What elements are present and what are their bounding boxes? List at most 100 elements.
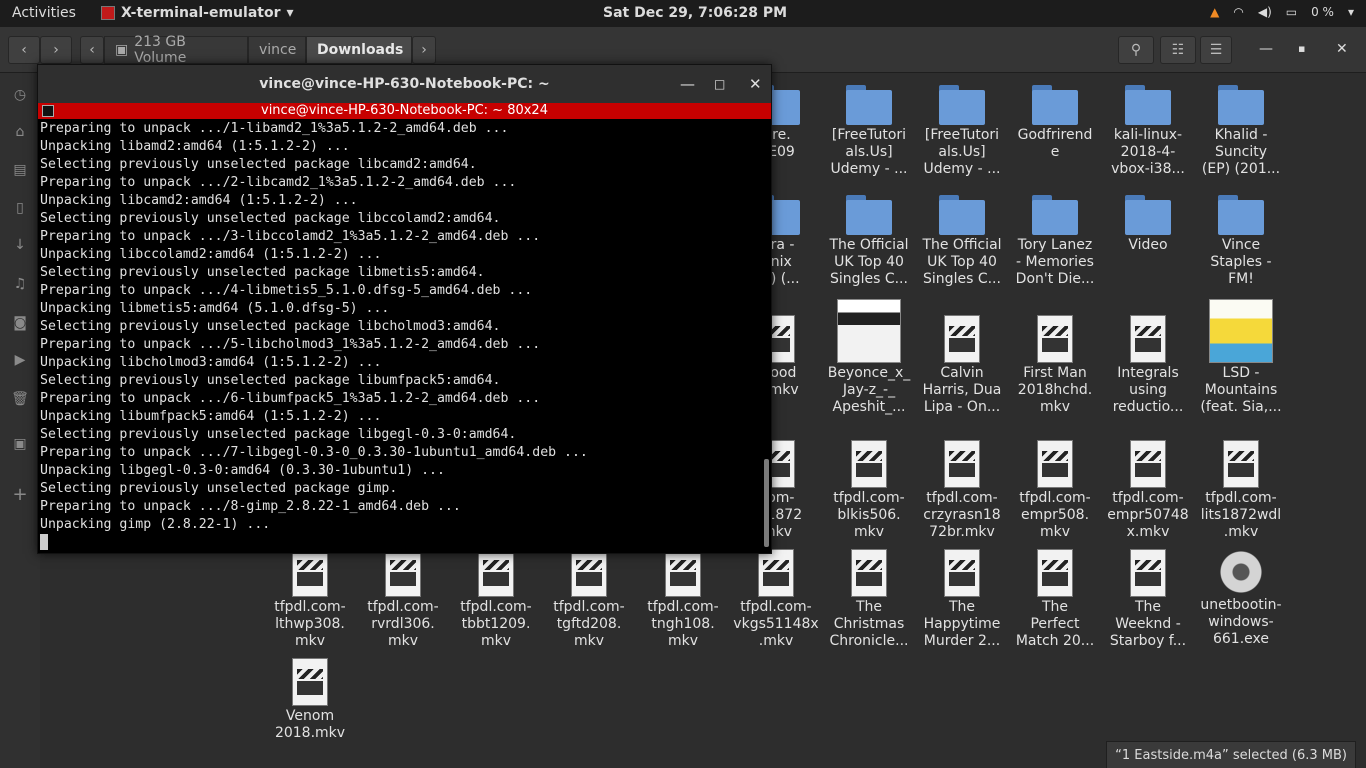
file-label: tfpdl.com- tgftd208. mkv [553,599,625,649]
folder-item[interactable]: Tory Lanez - Memories Don't Die... [1010,195,1100,288]
file-label: tfpdl.com- crzyrasn18 72br.mkv [923,490,1001,540]
breadcrumb-vince[interactable]: vince [248,36,306,64]
recent-icon[interactable]: ◷ [11,87,29,105]
folder-item[interactable]: kali-linux- 2018-4- vbox-i38... [1103,85,1193,178]
file-item[interactable]: tfpdl.com- vkgs51148x .mkv [731,549,821,650]
activities-button[interactable]: Activities [12,5,76,21]
file-item[interactable]: tfpdl.com- empr50748 x.mkv [1103,440,1193,541]
file-item[interactable]: LSD - Mountains (feat. Sia,... [1196,299,1286,416]
album-thumbnail-icon [837,299,901,363]
video-file-icon [758,549,794,597]
minimize-button[interactable]: — [1259,41,1273,57]
file-label: tfpdl.com- lits1872wdl .mkv [1200,490,1282,540]
volume-icon[interactable]: ◀) [1258,5,1272,19]
add-location-icon[interactable]: + [11,484,29,505]
file-label: tfpdl.com- empr508. mkv [1019,490,1091,540]
file-item[interactable]: tfpdl.com- tngh108. mkv [638,549,728,650]
menu-button[interactable]: ☰ [1200,36,1232,64]
terminal-line: Unpacking libcamd2:amd64 (1:5.1.2-2) ... [40,193,358,208]
folder-item[interactable]: [FreeTutori als.Us] Udemy - ... [917,85,1007,178]
file-item[interactable]: tfpdl.com- lthwp308. mkv [265,549,355,650]
file-item[interactable]: unetbootin- windows- 661.exe [1196,549,1286,648]
terminal-maximize-button[interactable]: □ [714,65,725,103]
file-label: tfpdl.com- empr50748 x.mkv [1107,490,1189,540]
system-tray[interactable]: ▲ ◠ ◀) ▭ 0 % ▾ [1210,5,1354,19]
breadcrumb-downloads[interactable]: Downloads [306,36,412,64]
terminal-line: Unpacking libccolamd2:amd64 (1:5.1.2-2) … [40,247,382,262]
file-item[interactable]: tfpdl.com- tgftd208. mkv [544,549,634,650]
terminal-line: Preparing to unpack .../1-libamd2_1%3a5.… [40,121,509,136]
terminal-line: Selecting previously unselected package … [40,157,477,172]
terminal-titlebar[interactable]: vince@vince-HP-630-Notebook-PC: ~ — □ ✕ [38,65,771,103]
file-item[interactable]: tfpdl.com- empr508. mkv [1010,440,1100,541]
terminal-output[interactable]: Preparing to unpack .../1-libamd2_1%3a5.… [38,119,771,554]
hamburger-icon: ☰ [1209,42,1223,58]
search-button[interactable]: ⚲ [1118,36,1154,64]
selection-status: “1 Eastside.m4a” selected (6.3 MB) [1106,741,1356,768]
file-item[interactable]: tfpdl.com- rvrdl306. mkv [358,549,448,650]
forward-button[interactable]: › [40,36,72,64]
app-menu[interactable]: X-terminal-emulator ▾ [101,5,294,21]
breadcrumb-label: 213 GB Volume [134,34,187,66]
file-item[interactable]: tfpdl.com- blkis506. mkv [824,440,914,541]
folder-item[interactable]: Khalid - Suncity (EP) (201... [1196,85,1286,178]
video-file-icon [292,658,328,706]
close-button[interactable]: ✕ [1336,41,1348,57]
file-item[interactable]: Integrals using reductio... [1103,315,1193,416]
video-file-icon [385,549,421,597]
video-file-icon [1223,440,1259,488]
wifi-icon[interactable]: ◠ [1233,5,1243,19]
folder-item[interactable]: Vince Staples - FM! [1196,195,1286,288]
document-icon[interactable]: ▯ [11,200,29,218]
terminal-line: Selecting previously unselected package … [40,427,517,442]
home-icon[interactable]: ⌂ [11,124,29,142]
back-button[interactable]: ‹ [8,36,40,64]
breadcrumb-volume[interactable]: ▣ 213 GB Volume [104,34,248,66]
file-label: Calvin Harris, Dua Lipa - On... [922,365,1002,415]
terminal-window[interactable]: vince@vince-HP-630-Notebook-PC: ~ — □ ✕ … [37,64,772,554]
folder-item[interactable]: [FreeTutori als.Us] Udemy - ... [824,85,914,178]
breadcrumb-right-button[interactable]: › [412,36,436,64]
documents-folder-icon[interactable]: ▤ [11,162,29,180]
trash-icon[interactable]: 🗑 [11,391,29,409]
view-toggle-button[interactable]: ☷ [1160,36,1196,64]
maximize-button[interactable]: ▪ [1298,42,1305,55]
folder-item[interactable]: Godfrirend e [1010,85,1100,161]
file-item[interactable]: The Perfect Match 20... [1010,549,1100,650]
terminal-line: Preparing to unpack .../4-libmetis5_5.1.… [40,283,533,298]
terminal-scrollbar[interactable] [764,459,769,547]
videos-icon[interactable]: ▶ [11,352,29,370]
video-file-icon [1130,440,1166,488]
terminal-minimize-button[interactable]: — [680,65,695,103]
battery-icon[interactable]: ▭ [1286,5,1297,19]
video-file-icon [851,549,887,597]
downloads-icon[interactable]: ↓ [11,237,29,255]
terminal-subtitle-bar: vince@vince-HP-630-Notebook-PC: ~ 80x24 [38,103,771,119]
file-item[interactable]: The Christmas Chronicle... [824,549,914,650]
drive-icon[interactable]: ▣ [11,436,29,454]
breadcrumb-left-button[interactable]: ‹ [80,36,104,64]
file-item[interactable]: The Weeknd - Starboy f... [1103,549,1193,650]
folder-item[interactable]: The Official UK Top 40 Singles C... [917,195,1007,288]
folder-item[interactable]: The Official UK Top 40 Singles C... [824,195,914,288]
clock[interactable]: Sat Dec 29, 7:06:28 PM [603,5,787,21]
file-item[interactable]: tfpdl.com- tbbt1209. mkv [451,549,541,650]
music-icon[interactable]: ♫ [11,276,29,294]
file-label: Integrals using reductio... [1112,365,1184,415]
folder-item[interactable]: Video [1103,195,1193,254]
file-item[interactable]: tfpdl.com- crzyrasn18 72br.mkv [917,440,1007,541]
pictures-icon[interactable]: ◙ [11,315,29,333]
file-item[interactable]: First Man 2018hchd. mkv [1010,315,1100,416]
file-item[interactable]: Calvin Harris, Dua Lipa - On... [917,315,1007,416]
terminal-close-button[interactable]: ✕ [749,65,762,103]
file-item[interactable]: Beyonce_x_ Jay-z_-_ Apeshit_... [824,299,914,416]
chevron-down-icon: ▾ [286,5,294,21]
terminal-line: Selecting previously unselected package … [40,265,485,280]
vlc-icon[interactable]: ▲ [1210,5,1219,19]
file-label: tfpdl.com- blkis506. mkv [833,490,905,540]
power-menu-icon[interactable]: ▾ [1348,5,1354,19]
file-item[interactable]: The Happytime Murder 2... [917,549,1007,650]
terminal-line: Selecting previously unselected package … [40,373,501,388]
file-item[interactable]: tfpdl.com- lits1872wdl .mkv [1196,440,1286,541]
file-item[interactable]: Venom 2018.mkv [265,658,355,742]
